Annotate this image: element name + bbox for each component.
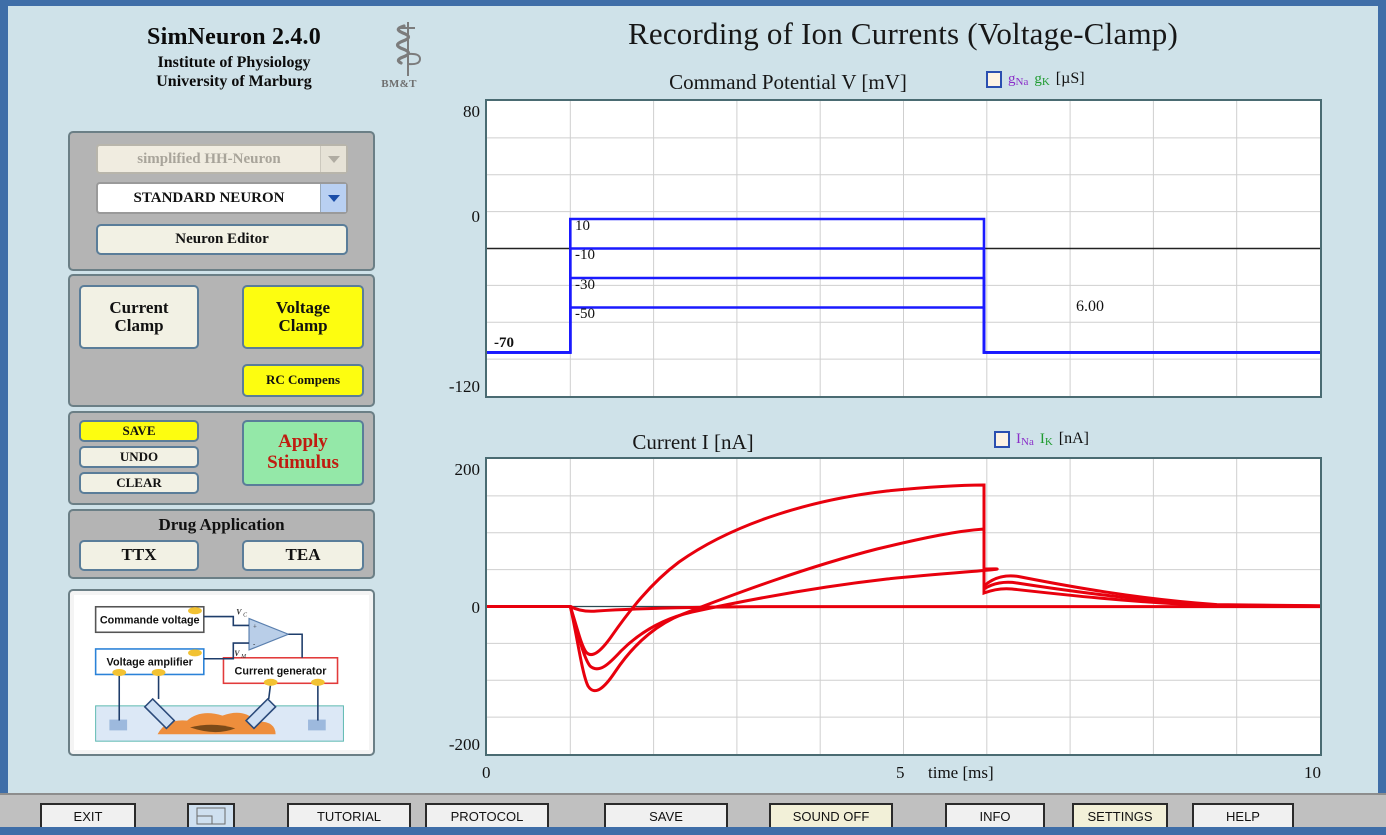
current-y-max: 200	[454, 460, 481, 479]
brand-block: SimNeuron 2.4.0 Institute of Physiology …	[104, 24, 364, 91]
commande-voltage-label: Commande voltage	[100, 614, 200, 626]
conductance-checkbox[interactable]	[986, 70, 1002, 88]
settings-button[interactable]: SETTINGS	[1072, 803, 1168, 829]
x-axis-label: time [ms]	[928, 763, 994, 782]
drug-application-label: Drug Application	[158, 515, 285, 534]
voltage-y-zero: 0	[471, 207, 481, 226]
model-select-disabled[interactable]: simplified HH-Neuron	[96, 144, 348, 174]
svg-text:+: +	[253, 623, 257, 630]
model-select-value: simplified HH-Neuron	[137, 150, 281, 167]
clear-button[interactable]: CLEAR	[79, 472, 199, 494]
neuron-editor-button[interactable]: Neuron Editor	[96, 224, 348, 255]
apply-stimulus-line1: Apply	[278, 431, 328, 453]
help-button[interactable]: HELP	[1192, 803, 1294, 829]
clamp-mode-group: Current Clamp Voltage Clamp RC Compens	[68, 274, 375, 407]
university-name: University of Marburg	[156, 73, 312, 90]
apply-stimulus-line2: Stimulus	[267, 452, 339, 473]
protocol-button[interactable]: PROTOCOL	[425, 803, 549, 829]
gna-legend: gNa	[1008, 70, 1029, 88]
current-y-zero: 0	[471, 598, 481, 617]
current-clamp-line2: Clamp	[114, 316, 164, 335]
svg-text:V: V	[236, 608, 242, 617]
voltage-legend: gNa gK [µS]	[986, 70, 1085, 88]
sound-toggle-button[interactable]: SOUND OFF	[769, 803, 893, 829]
page-title: Recording of Ion Currents (Voltage-Clamp…	[627, 16, 1178, 51]
save-button[interactable]: SAVE	[604, 803, 728, 829]
ion-current-checkbox[interactable]	[994, 430, 1010, 448]
current-y-min: -200	[448, 735, 480, 754]
institute-name: Institute of Physiology	[157, 54, 311, 71]
current-plot-canvas	[487, 459, 1320, 754]
voltage-plot[interactable]	[485, 99, 1322, 398]
voltage-plot-canvas	[487, 101, 1320, 396]
voltage-clamp-setup-diagram: Commande voltage Voltage amplifier Curre…	[68, 589, 375, 756]
current-clamp-line1: Current	[109, 297, 169, 317]
apply-stimulus-button[interactable]: Apply Stimulus	[242, 420, 364, 486]
voltage-trace-label-10: 10	[575, 218, 590, 234]
neuron-selection-group: simplified HH-Neuron STANDARD NEURON Neu…	[68, 131, 375, 271]
asclepius-icon	[395, 22, 422, 76]
step-end-label: 6.00	[1076, 298, 1104, 315]
neuron-select-value: STANDARD NEURON	[133, 189, 285, 206]
save-trace-button[interactable]: SAVE	[79, 420, 199, 442]
window-bottom-frame	[0, 827, 1386, 835]
current-unit: [nA]	[1058, 430, 1089, 447]
stimulus-action-group: SAVE UNDO CLEAR Apply Stimulus	[68, 411, 375, 505]
tutorial-button[interactable]: TUTORIAL	[287, 803, 411, 829]
chevron-down-icon[interactable]	[320, 184, 346, 212]
exit-button[interactable]: EXIT	[40, 803, 136, 829]
svg-text:C: C	[243, 613, 247, 619]
current-generator-label: Current generator	[235, 665, 328, 677]
current-plot-title: Current I [nA]	[632, 430, 754, 454]
neuron-select[interactable]: STANDARD NEURON	[96, 182, 348, 214]
voltage-y-min: -120	[448, 377, 480, 396]
current-plot[interactable]	[485, 457, 1322, 756]
voltage-clamp-line2: Clamp	[278, 316, 328, 335]
window-icon	[196, 807, 226, 825]
current-clamp-button[interactable]: Current Clamp	[79, 285, 199, 349]
x-tick-10: 10	[1304, 763, 1321, 782]
rc-compens-button[interactable]: RC Compens	[242, 364, 364, 397]
gk-legend: gK	[1034, 70, 1050, 88]
holding-potential-label: -70	[494, 335, 514, 351]
x-tick-0: 0	[482, 763, 491, 782]
svg-text:V: V	[234, 649, 240, 658]
info-button[interactable]: INFO	[945, 803, 1045, 829]
voltage-clamp-line1: Voltage	[275, 297, 331, 317]
ik-legend: IK	[1039, 430, 1053, 448]
tea-button[interactable]: TEA	[242, 540, 364, 571]
model-select-arrow	[320, 146, 346, 172]
voltage-clamp-button[interactable]: Voltage Clamp	[242, 285, 364, 349]
bmt-logo: BM&T	[368, 20, 430, 90]
drug-application-group: Drug Application TTX TEA	[68, 509, 375, 579]
ttx-button[interactable]: TTX	[79, 540, 199, 571]
conductance-unit: [µS]	[1055, 70, 1085, 87]
x-tick-5: 5	[896, 763, 905, 782]
voltage-amplifier-label: Voltage amplifier	[107, 657, 194, 669]
window-icon-button[interactable]	[187, 803, 235, 829]
undo-button[interactable]: UNDO	[79, 446, 199, 468]
window-inner: SimNeuron 2.4.0 Institute of Physiology …	[8, 6, 1378, 835]
setup-schematic: Commande voltage Voltage amplifier Curre…	[74, 595, 369, 750]
voltage-trace-label-minus10: -10	[575, 247, 595, 263]
logo-caption: BM&T	[381, 78, 417, 90]
application-window: SimNeuron 2.4.0 Institute of Physiology …	[0, 0, 1386, 835]
ina-legend: INa	[1016, 430, 1034, 448]
current-legend: INa IK [nA]	[994, 430, 1089, 448]
voltage-y-max: 80	[463, 102, 480, 121]
app-name: SimNeuron 2.4.0	[147, 24, 321, 50]
voltage-trace-label-minus50: -50	[575, 306, 595, 322]
voltage-trace-label-minus30: -30	[575, 277, 595, 293]
